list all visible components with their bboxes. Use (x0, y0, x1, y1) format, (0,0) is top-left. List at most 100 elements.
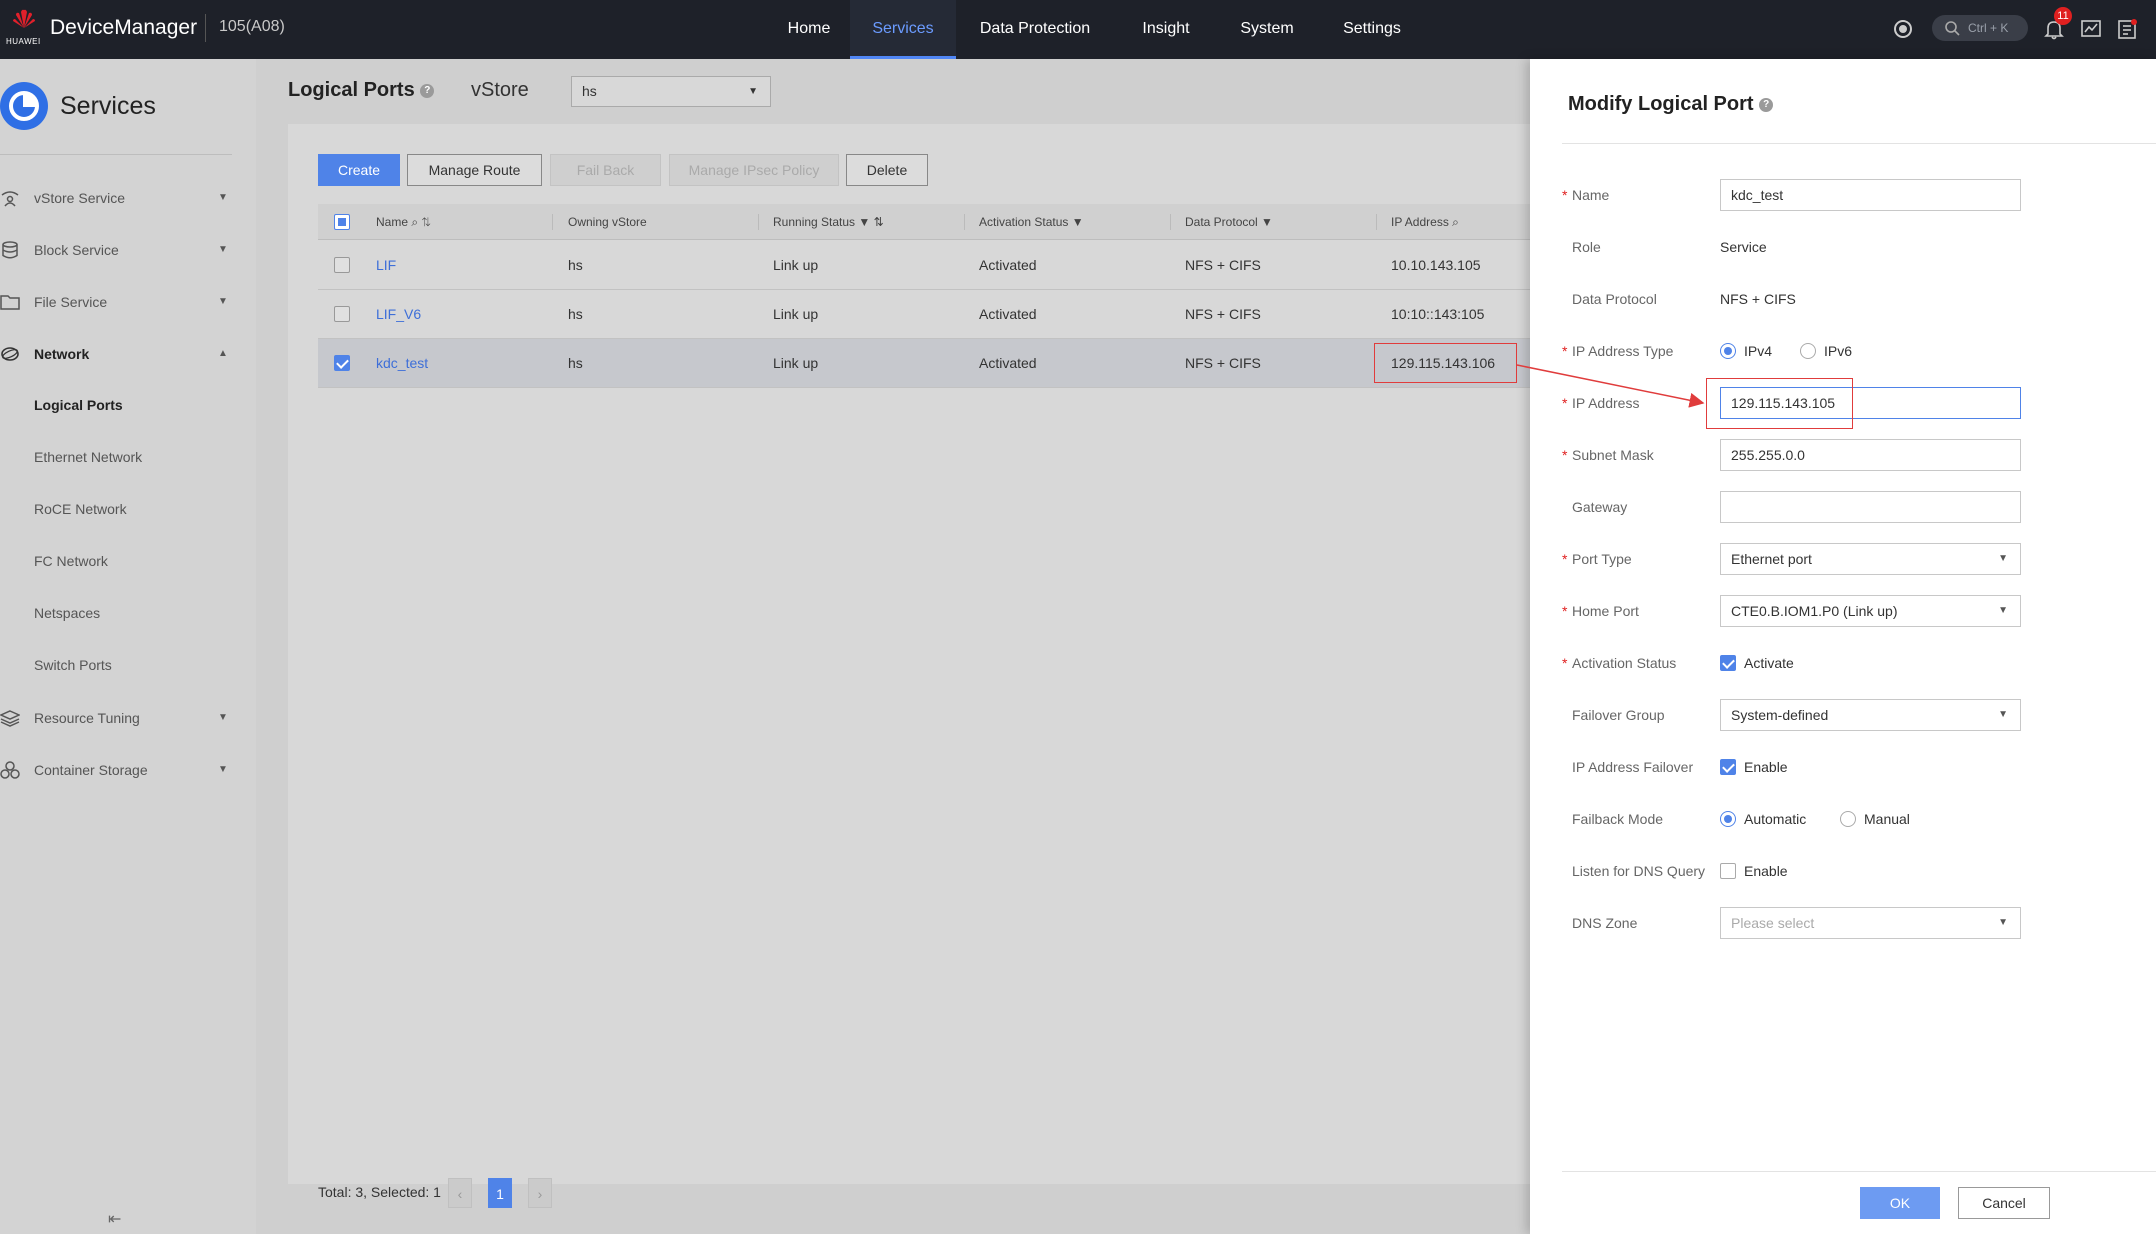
field-home-port: * Home Port CTE0.B.IOM1.P0 (Link up) ▼ (1530, 585, 2156, 637)
field-label: IP Address (1572, 395, 1640, 411)
filter-icon[interactable]: ▼ (858, 215, 870, 229)
sidebar-subitem-logical-ports[interactable]: Logical Ports (34, 387, 123, 423)
ok-button[interactable]: OK (1860, 1187, 1940, 1219)
drawer-title: Modify Logical Port ? (1568, 93, 1774, 116)
collapse-icon[interactable]: ⇤ (108, 1209, 121, 1229)
automatic-radio[interactable] (1720, 811, 1736, 827)
sidebar-item-block-service[interactable]: Block Service ▼ (0, 230, 240, 270)
sort-icon[interactable]: ⇅ (874, 215, 884, 229)
nav-settings[interactable]: Settings (1330, 0, 1414, 59)
sidebar-item-resource-tuning[interactable]: Resource Tuning ▼ (0, 698, 240, 738)
dns-listen-checkbox[interactable] (1720, 863, 1736, 879)
nav-system[interactable]: System (1228, 0, 1306, 59)
search-icon[interactable]: ⌕ (1452, 215, 1459, 229)
dns-zone-select[interactable]: Please select ▼ (1720, 907, 2021, 939)
nav-insight[interactable]: Insight (1130, 0, 1202, 59)
manage-route-button[interactable]: Manage Route (407, 154, 542, 186)
sidebar-subitem-fc-network[interactable]: FC Network (34, 543, 108, 579)
vstore-icon (1, 191, 19, 207)
nav-services[interactable]: Services (850, 0, 956, 59)
field-label: Name (1572, 187, 1610, 203)
manual-radio[interactable] (1840, 811, 1856, 827)
cluster-icon (0, 761, 20, 779)
row-ip-address: 10:10::143:105 (1391, 306, 1485, 322)
required-mark: * (1562, 343, 1568, 359)
sidebar-item-network[interactable]: Network ▲ (0, 334, 240, 374)
prev-page-button[interactable]: ‹ (448, 1178, 472, 1208)
manage-ipsec-policy-button[interactable]: Manage IPsec Policy (669, 154, 839, 186)
select-all-checkbox[interactable] (334, 214, 350, 230)
table-row-selected[interactable]: kdc_test hs Link up Activated NFS + CIFS… (318, 339, 1530, 388)
cancel-button[interactable]: Cancel (1958, 1187, 2050, 1219)
failover-group-select[interactable]: System-defined ▼ (1720, 699, 2021, 731)
sidebar-item-vstore-service[interactable]: vStore Service ▼ (0, 178, 240, 218)
create-button[interactable]: Create (318, 154, 400, 186)
row-name-link[interactable]: kdc_test (376, 339, 428, 388)
search-icon[interactable]: ⌕ (411, 215, 418, 229)
row-vstore: hs (568, 306, 583, 322)
nav-home[interactable]: Home (768, 0, 850, 59)
row-checkbox[interactable] (334, 355, 350, 371)
ip-failover-label[interactable]: Enable (1744, 741, 1788, 793)
field-label: Role (1572, 239, 1601, 255)
divider (1562, 1171, 2156, 1172)
port-type-select[interactable]: Ethernet port ▼ (1720, 543, 2021, 575)
ipv4-radio[interactable] (1720, 343, 1736, 359)
app-name[interactable]: DeviceManager (50, 16, 197, 40)
gateway-input[interactable] (1720, 491, 2021, 523)
global-search[interactable]: Ctrl + K (1932, 15, 2028, 41)
sidebar-subitem-switch-ports[interactable]: Switch Ports (34, 647, 112, 683)
filter-icon[interactable]: ▼ (1072, 215, 1084, 229)
name-input[interactable]: kdc_test (1720, 179, 2021, 211)
monitor-chart-icon[interactable] (2080, 18, 2102, 40)
home-port-value: CTE0.B.IOM1.P0 (Link up) (1731, 603, 1898, 619)
row-checkbox[interactable] (334, 306, 350, 322)
sidebar-subitem-netspaces[interactable]: Netspaces (34, 595, 100, 631)
pagination-total: Total: 3, Selected: 1 (318, 1184, 441, 1200)
subnet-mask-input[interactable]: 255.255.0.0 (1720, 439, 2021, 471)
ip-failover-checkbox[interactable] (1720, 759, 1736, 775)
ipv4-label[interactable]: IPv4 (1744, 325, 1772, 377)
next-page-button[interactable]: › (528, 1178, 552, 1208)
help-icon[interactable]: ? (1759, 97, 1774, 112)
page-button-1[interactable]: 1 (488, 1178, 512, 1208)
row-running-status: Link up (773, 355, 819, 371)
sort-icon[interactable]: ⇅ (421, 215, 431, 229)
row-name-link[interactable]: LIF_V6 (376, 290, 421, 339)
delete-button[interactable]: Delete (846, 154, 928, 186)
table-row[interactable]: LIF hs Link up Activated NFS + CIFS 10.1… (318, 241, 1530, 290)
help-icon[interactable]: ? (420, 83, 435, 98)
nav-data-protection[interactable]: Data Protection (962, 0, 1108, 59)
sidebar-subitem-ethernet-network[interactable]: Ethernet Network (34, 439, 142, 475)
field-ip-address-type: * IP Address Type IPv4 IPv6 (1530, 325, 2156, 377)
activate-label[interactable]: Activate (1744, 637, 1794, 689)
table-row[interactable]: LIF_V6 hs Link up Activated NFS + CIFS 1… (318, 290, 1530, 339)
column-header-name: Name ⌕ ⇅ (376, 215, 432, 229)
row-activation-status: Activated (979, 257, 1037, 273)
automatic-label[interactable]: Automatic (1744, 793, 1806, 845)
sidebar-subitem-roce-network[interactable]: RoCE Network (34, 491, 127, 527)
home-port-select[interactable]: CTE0.B.IOM1.P0 (Link up) ▼ (1720, 595, 2021, 627)
dns-listen-label[interactable]: Enable (1744, 845, 1788, 897)
sidebar-item-container-storage[interactable]: Container Storage ▼ (0, 750, 240, 790)
drawer-title-text: Modify Logical Port (1568, 93, 1754, 115)
field-data-protocol: Data Protocol NFS + CIFS (1530, 273, 2156, 325)
vstore-select[interactable]: hs ▼ (571, 76, 771, 107)
task-list-icon[interactable] (2116, 18, 2138, 40)
ipv6-radio[interactable] (1800, 343, 1816, 359)
huawei-logo: HUAWEI (6, 8, 42, 52)
sidebar-item-label: File Service (34, 294, 108, 310)
row-checkbox[interactable] (334, 257, 350, 273)
folder-icon (0, 295, 20, 310)
row-name-link[interactable]: LIF (376, 241, 396, 290)
manual-label[interactable]: Manual (1864, 793, 1910, 845)
ipv6-label[interactable]: IPv6 (1824, 325, 1852, 377)
sidebar-item-file-service[interactable]: File Service ▼ (0, 282, 240, 322)
divider (1562, 143, 2156, 144)
activate-checkbox[interactable] (1720, 655, 1736, 671)
theme-icon[interactable] (1892, 18, 1914, 40)
filter-icon[interactable]: ▼ (1261, 215, 1273, 229)
annotation-highlight-box (1706, 378, 1853, 429)
fail-back-button[interactable]: Fail Back (550, 154, 661, 186)
chevron-down-icon: ▼ (218, 712, 228, 723)
